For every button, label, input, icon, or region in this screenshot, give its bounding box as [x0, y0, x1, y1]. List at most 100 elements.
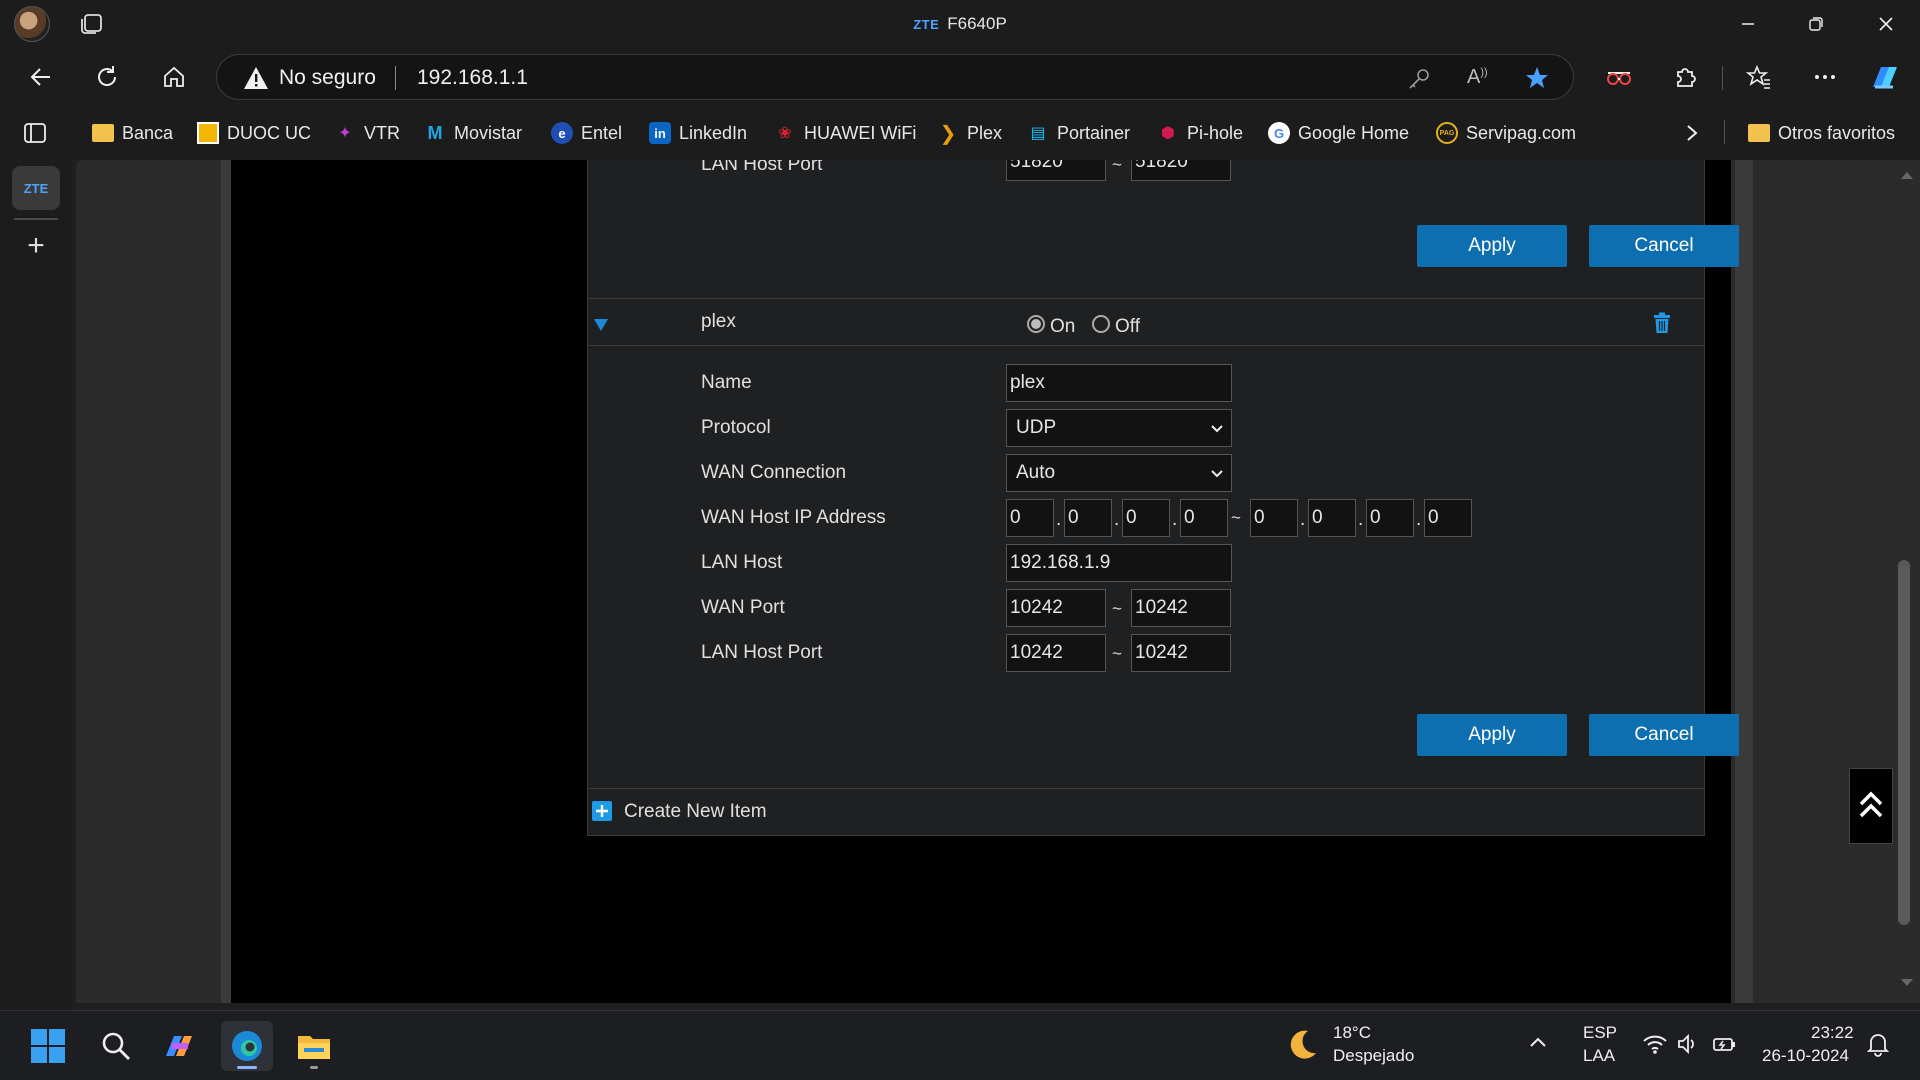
favorite-entel[interactable]: e Entel — [551, 120, 622, 146]
wan-port-start-input[interactable]: 10242 — [1006, 589, 1106, 627]
favorite-pihole[interactable]: ⬢ Pi-hole — [1157, 120, 1243, 146]
wan-ip-end-octet-1[interactable]: 0 — [1250, 499, 1298, 537]
wan-connection-value: Auto — [1016, 462, 1056, 483]
url-text[interactable]: 192.168.1.1 — [417, 66, 528, 90]
scroll-to-top-button[interactable] — [1849, 768, 1893, 844]
apply-button[interactable]: Apply — [1417, 714, 1567, 756]
wan-ip-end-octet-4[interactable]: 0 — [1424, 499, 1472, 537]
refresh-icon[interactable] — [88, 58, 126, 96]
wan-ip-start-octet-3[interactable]: 0 — [1122, 499, 1170, 537]
password-key-icon[interactable] — [1407, 67, 1431, 91]
entry-divider — [588, 298, 1704, 299]
favorite-label: VTR — [364, 122, 400, 143]
chevron-up-icon[interactable] — [1528, 1035, 1548, 1049]
scroll-up-arrow-icon[interactable] — [1900, 170, 1914, 180]
wan-ip-start-octet-2[interactable]: 0 — [1064, 499, 1112, 537]
on-radio[interactable] — [1027, 315, 1045, 333]
volume-icon[interactable] — [1676, 1033, 1700, 1055]
protocol-select[interactable]: UDP — [1006, 409, 1232, 447]
create-new-item-link[interactable]: Create New Item — [624, 801, 767, 823]
tab-zte[interactable]: ZTE — [12, 166, 60, 210]
minimize-button[interactable] — [1720, 6, 1776, 42]
scrollbar-thumb[interactable] — [1898, 560, 1910, 925]
copilot-icon[interactable] — [1866, 58, 1904, 96]
wan-connection-select[interactable]: Auto — [1006, 454, 1232, 492]
prev-lan-host-port-end[interactable]: 51820 — [1131, 160, 1231, 181]
pihole-icon: ⬢ — [1161, 125, 1175, 142]
name-input[interactable]: plex — [1006, 364, 1232, 402]
favorite-vtr[interactable]: ✦ VTR — [334, 120, 400, 146]
search-button[interactable] — [90, 1021, 142, 1071]
wan-ip-end-octet-3[interactable]: 0 — [1366, 499, 1414, 537]
favorite-movistar[interactable]: M Movistar — [424, 120, 523, 146]
back-icon[interactable] — [22, 58, 60, 96]
notification-bell-icon[interactable] — [1866, 1031, 1890, 1057]
delete-trash-icon[interactable] — [1652, 312, 1672, 334]
favorite-plex[interactable]: ❯ Plex — [937, 120, 1002, 146]
restore-button[interactable] — [1788, 6, 1844, 42]
other-favorites[interactable]: Otros favoritos — [1748, 120, 1895, 146]
wan-ip-start-octet-4[interactable]: 0 — [1180, 499, 1228, 537]
wan-ip-start-octet-1[interactable]: 0 — [1006, 499, 1054, 537]
edge-icon — [232, 1031, 262, 1061]
vertical-tabs-icon[interactable] — [22, 120, 48, 146]
copilot-taskbar-button[interactable] — [154, 1021, 206, 1071]
weather-desc[interactable]: Despejado — [1333, 1046, 1414, 1066]
language-code[interactable]: ESP — [1583, 1023, 1617, 1043]
favorite-star-icon[interactable] — [1524, 65, 1550, 91]
favorite-servipag[interactable]: PAG Servipag.com — [1436, 120, 1576, 146]
title-bar: ZTE F6640P — [0, 0, 1920, 48]
read-aloud-icon[interactable]: A)) — [1467, 66, 1488, 89]
close-window-button[interactable] — [1858, 6, 1914, 42]
prev-lan-host-port-start[interactable]: 51820 — [1006, 160, 1106, 181]
chevron-right-icon[interactable] — [1682, 120, 1702, 146]
prev-cancel-button[interactable]: Cancel — [1589, 225, 1739, 267]
entry-title[interactable]: plex — [701, 311, 736, 333]
security-status[interactable]: No seguro — [279, 66, 376, 90]
folder-icon — [1748, 124, 1770, 142]
entry-header-divider — [588, 345, 1704, 346]
favorite-huawei[interactable]: ❀ HUAWEI WiFi — [774, 120, 916, 146]
moon-weather-icon[interactable] — [1284, 1027, 1320, 1063]
off-label[interactable]: Off — [1115, 316, 1140, 338]
lan-host-port-end-input[interactable]: 10242 — [1131, 634, 1231, 672]
vtr-icon: ✦ — [338, 125, 352, 142]
address-bar[interactable]: No seguro 192.168.1.1 A)) — [216, 54, 1574, 100]
file-explorer-button[interactable] — [288, 1021, 340, 1071]
lan-host-input[interactable]: 192.168.1.9 — [1006, 544, 1232, 582]
wifi-icon[interactable] — [1642, 1033, 1668, 1055]
favorite-banca[interactable]: Banca — [92, 120, 173, 146]
clock-date[interactable]: 26-10-2024 — [1762, 1046, 1849, 1066]
favorite-label: HUAWEI WiFi — [804, 122, 917, 143]
wan-ip-end-octet-2[interactable]: 0 — [1308, 499, 1356, 537]
collapse-triangle-icon[interactable] — [593, 318, 609, 332]
add-plus-icon[interactable] — [592, 801, 612, 821]
start-button[interactable] — [22, 1021, 74, 1071]
edge-taskbar-button[interactable] — [221, 1021, 273, 1071]
on-label[interactable]: On — [1050, 316, 1075, 338]
clock-time[interactable]: 23:22 — [1811, 1023, 1854, 1043]
favorite-google-home[interactable]: G Google Home — [1268, 120, 1409, 146]
off-radio[interactable] — [1092, 315, 1110, 333]
cancel-button[interactable]: Cancel — [1589, 714, 1739, 756]
favorite-portainer[interactable]: ▤ Portainer — [1027, 120, 1130, 146]
extensions-icon[interactable] — [1666, 58, 1704, 96]
lan-host-port-start-input[interactable]: 10242 — [1006, 634, 1106, 672]
keyboard-layout[interactable]: LAA — [1583, 1046, 1615, 1066]
warning-icon[interactable] — [243, 66, 269, 90]
range-separator: ~ — [1112, 599, 1122, 618]
weather-temp[interactable]: 18°C — [1333, 1023, 1371, 1043]
ip-dot: . — [1172, 509, 1178, 530]
wan-port-end-input[interactable]: 10242 — [1131, 589, 1231, 627]
favorites-icon[interactable] — [1740, 58, 1778, 96]
battery-icon[interactable] — [1712, 1033, 1738, 1055]
extension-glasses-icon[interactable] — [1600, 58, 1638, 96]
favorite-linkedin[interactable]: in LinkedIn — [649, 120, 747, 146]
page-viewport: LAN Host Port 51820 ~ 51820 Apply Cancel… — [76, 160, 1920, 1003]
more-menu-icon[interactable] — [1806, 58, 1844, 96]
favorite-duoc[interactable]: DUOC UC — [197, 120, 311, 146]
new-tab-plus-icon[interactable]: + — [22, 231, 50, 261]
prev-apply-button[interactable]: Apply — [1417, 225, 1567, 267]
scroll-down-arrow-icon[interactable] — [1900, 978, 1914, 988]
home-icon[interactable] — [155, 58, 193, 96]
